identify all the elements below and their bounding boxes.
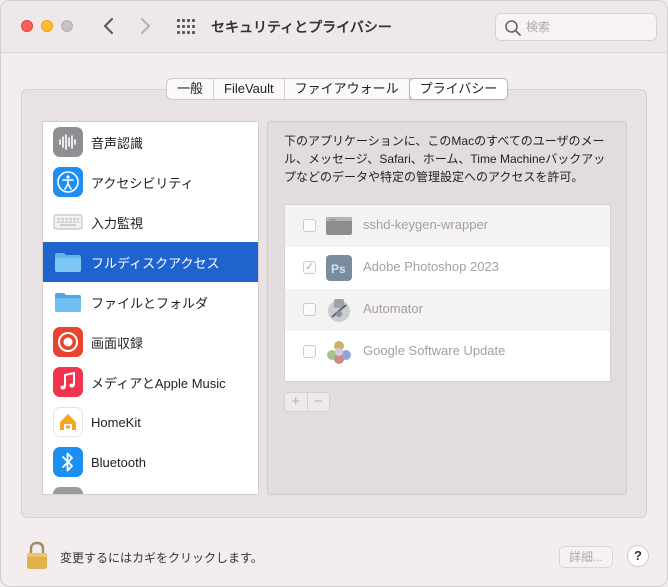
- help-button[interactable]: ?: [627, 545, 649, 567]
- search-input[interactable]: [526, 18, 650, 36]
- app-name: sshd-keygen-wrapper: [363, 217, 489, 232]
- tab-bar: 一般 FileVault ファイアウォール プライバシー: [166, 78, 509, 100]
- sidebar-item-files-and-folders[interactable]: ファイルとフォルダ: [43, 282, 258, 322]
- sidebar-item-label: Bluetooth: [91, 454, 146, 470]
- list-item[interactable]: ✓ Ps Adobe Photoshop 2023: [285, 247, 610, 289]
- title-bar: セキュリティとプライバシー: [1, 1, 667, 53]
- sidebar-item-speech-recognition[interactable]: 音声認識: [43, 122, 258, 162]
- app-checkbox[interactable]: ✓: [303, 261, 316, 274]
- folder-icon: [53, 247, 83, 277]
- automator-icon: [328, 299, 350, 322]
- search-box[interactable]: [495, 13, 657, 41]
- show-all-grid-icon[interactable]: [177, 19, 195, 35]
- sidebar-item-label: 画面収録: [91, 335, 144, 351]
- back-button[interactable]: [99, 15, 119, 37]
- terminal-icon: exec: [326, 217, 352, 235]
- tab-filevault[interactable]: FileVault: [214, 79, 285, 99]
- google-update-icon: [327, 341, 351, 364]
- sidebar-item-label: フルディスクアクセス: [91, 255, 220, 271]
- tab-general[interactable]: 一般: [167, 79, 215, 99]
- preferences-window: セキュリティとプライバシー 一般 FileVault ファイアウォール プライバ…: [0, 0, 668, 587]
- home-icon: [53, 407, 83, 437]
- list-item[interactable]: Automator: [285, 289, 610, 331]
- sidebar-item-label: メディアとApple Music: [91, 375, 226, 391]
- sidebar-item-label: ファイルとフォルダ: [91, 295, 209, 311]
- tab-privacy[interactable]: プライバシー: [408, 78, 509, 100]
- privacy-panel: 音声認識 アクセシビリティ 入力監視 フルディスクアクセス ファイルとフォルダ …: [21, 89, 647, 518]
- forward-button[interactable]: [135, 15, 155, 37]
- chevron-left-icon: [104, 18, 113, 34]
- close-button[interactable]: [21, 20, 33, 32]
- sidebar-item-media-apple-music[interactable]: メディアとApple Music: [43, 362, 258, 402]
- tab-firewall[interactable]: ファイアウォール: [285, 79, 410, 99]
- app-name: Adobe Photoshop 2023: [363, 259, 499, 274]
- keyboard-icon: [53, 207, 83, 237]
- app-list[interactable]: exec sshd-keygen-wrapper ✓ Ps Adobe Phot…: [284, 204, 611, 382]
- sidebar-item-screen-recording[interactable]: 画面収録: [43, 322, 258, 362]
- app-checkbox[interactable]: [303, 345, 316, 358]
- sidebar-item-accessibility[interactable]: アクセシビリティ: [43, 162, 258, 202]
- lock-hint-text: 変更するにはカギをクリックします。: [60, 551, 263, 565]
- sidebar-item-label: アクセシビリティ: [91, 175, 194, 191]
- access-description: 下のアプリケーションに、このMacのすべてのユーザのメール、メッセージ、Safa…: [284, 134, 606, 184]
- sidebar-item-label: 音声認識: [91, 135, 144, 151]
- app-checkbox[interactable]: [303, 219, 316, 232]
- accessibility-icon: [53, 167, 83, 197]
- sidebar-item-homekit[interactable]: HomeKit: [43, 402, 258, 442]
- minimize-button[interactable]: [41, 20, 53, 32]
- partial-item-icon: [53, 487, 83, 494]
- folder-icon: [53, 287, 83, 317]
- window-title: セキュリティとプライバシー: [211, 19, 392, 35]
- svg-text:Ps: Ps: [331, 262, 346, 276]
- privacy-category-list[interactable]: 音声認識 アクセシビリティ 入力監視 フルディスクアクセス ファイルとフォルダ …: [42, 121, 259, 495]
- music-icon: [53, 367, 83, 397]
- sidebar-item-bluetooth[interactable]: Bluetooth: [43, 442, 258, 482]
- sidebar-item-full-disk-access[interactable]: フルディスクアクセス: [43, 242, 258, 282]
- bluetooth-icon: [53, 447, 83, 477]
- sidebar-item-label: 入力監視: [91, 215, 144, 231]
- app-name: Automator: [363, 301, 423, 316]
- screen-record-icon: [53, 327, 83, 357]
- zoom-button[interactable]: [61, 20, 73, 32]
- app-name: Google Software Update: [363, 343, 506, 358]
- remove-app-button[interactable]: −: [308, 393, 330, 411]
- add-app-button[interactable]: +: [285, 393, 308, 411]
- app-access-pane: 下のアプリケーションに、このMacのすべてのユーザのメール、メッセージ、Safa…: [267, 121, 627, 495]
- search-icon: [505, 20, 521, 36]
- waveform-icon: [53, 127, 83, 157]
- details-button[interactable]: 詳細...: [559, 546, 613, 568]
- app-checkbox[interactable]: [303, 303, 316, 316]
- list-item[interactable]: exec sshd-keygen-wrapper: [285, 205, 610, 247]
- sidebar-item-input-monitoring[interactable]: 入力監視: [43, 202, 258, 242]
- chevron-right-icon: [141, 18, 150, 34]
- list-item[interactable]: Google Software Update: [285, 331, 610, 373]
- add-remove-control: + −: [284, 392, 330, 412]
- photoshop-icon: Ps: [326, 255, 352, 281]
- lock-icon[interactable]: [25, 541, 49, 571]
- sidebar-item-label: HomeKit: [91, 414, 141, 430]
- svg-text:exec: exec: [329, 218, 336, 222]
- sidebar-item-partial[interactable]: [43, 482, 258, 494]
